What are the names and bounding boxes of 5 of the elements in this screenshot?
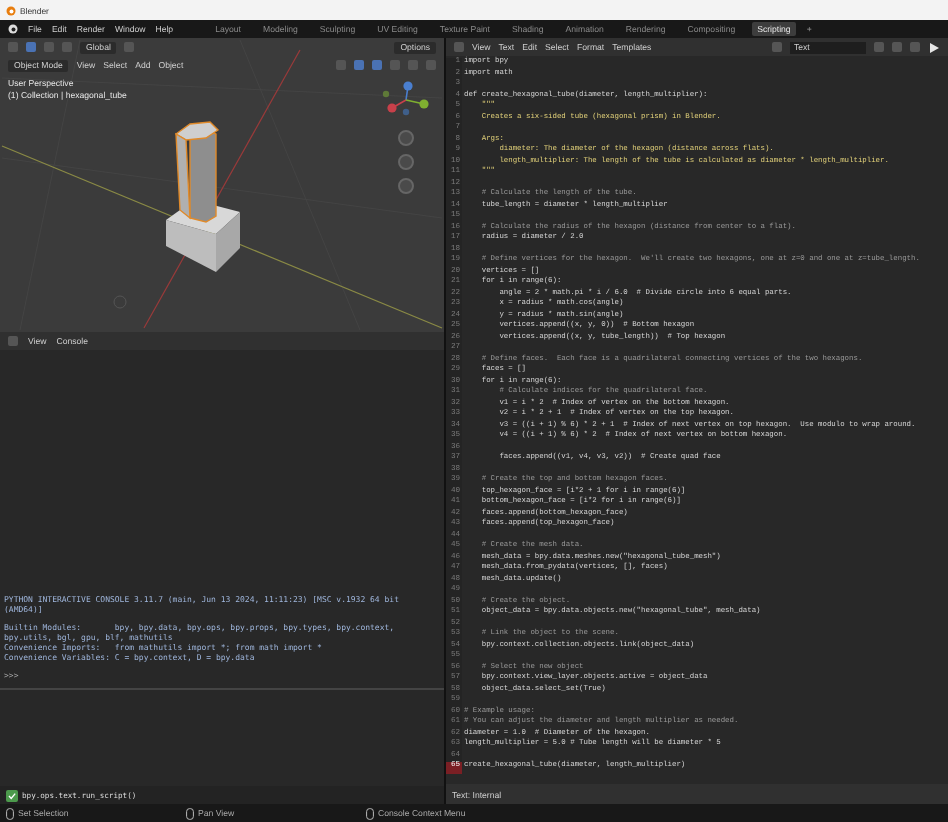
- report-icon: [6, 789, 18, 801]
- mouse-icon: [186, 807, 194, 819]
- hexagonal-prism-drawing[interactable]: [174, 121, 220, 223]
- mouse-icon: [6, 807, 14, 819]
- mouse-icon: [366, 807, 374, 819]
